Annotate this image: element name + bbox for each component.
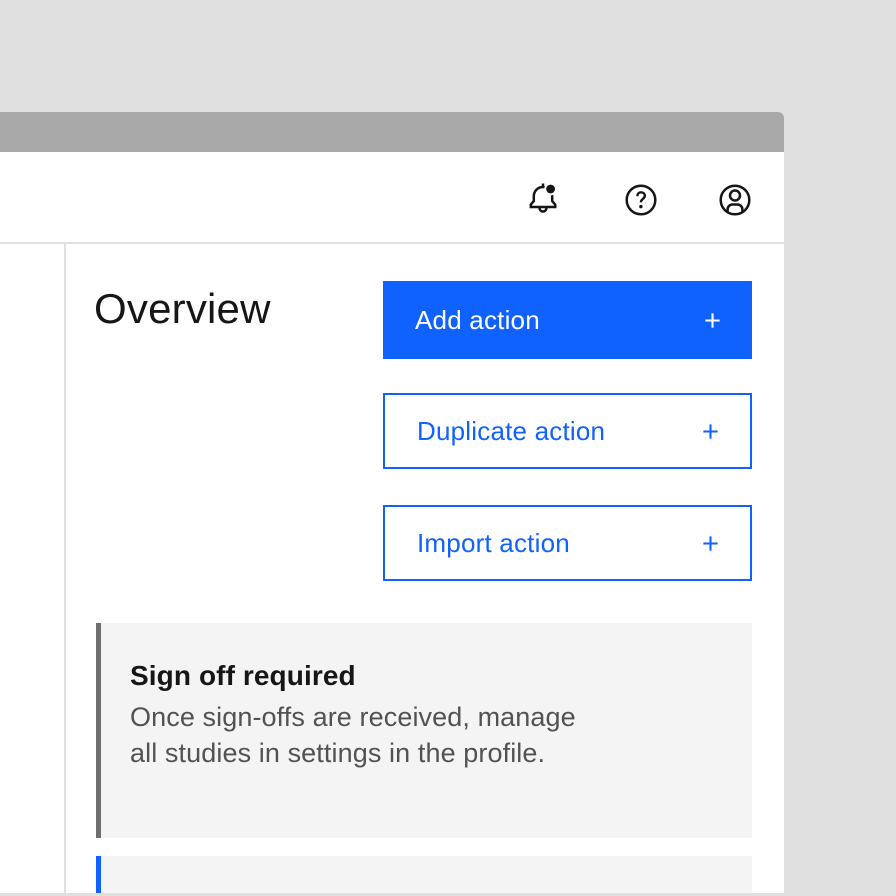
duplicate-action-label: Duplicate action xyxy=(417,416,605,447)
plus-icon xyxy=(701,422,720,441)
page-title: Overview xyxy=(94,288,271,330)
add-action-label: Add action xyxy=(415,305,540,336)
notification-body-line: Once sign-offs are received, manage xyxy=(130,699,732,735)
sidebar xyxy=(0,244,64,893)
help-button[interactable] xyxy=(621,180,661,220)
header-divider xyxy=(0,242,784,244)
signoff-notification: Sign off required Once sign-offs are rec… xyxy=(96,623,752,838)
duplicate-action-button[interactable]: Duplicate action xyxy=(383,393,752,469)
account-button[interactable] xyxy=(715,180,755,220)
import-action-label: Import action xyxy=(417,528,570,559)
info-notification-cropped xyxy=(96,856,752,893)
page: Overview Add action Duplicate action Imp… xyxy=(0,0,896,896)
add-action-button[interactable]: Add action xyxy=(383,281,752,359)
window-titlebar[interactable] xyxy=(0,112,784,152)
plus-icon xyxy=(701,534,720,553)
help-icon xyxy=(621,180,661,220)
sidebar-divider xyxy=(64,244,66,893)
notification-bell-icon xyxy=(523,179,563,219)
user-avatar-icon xyxy=(715,180,755,220)
notification-title: Sign off required xyxy=(130,659,732,693)
notification-body-line: all studies in settings in the profile. xyxy=(130,735,732,771)
notification-badge-dot xyxy=(546,185,555,194)
plus-icon xyxy=(703,311,722,330)
notifications-button[interactable] xyxy=(523,179,563,219)
import-action-button[interactable]: Import action xyxy=(383,505,752,581)
